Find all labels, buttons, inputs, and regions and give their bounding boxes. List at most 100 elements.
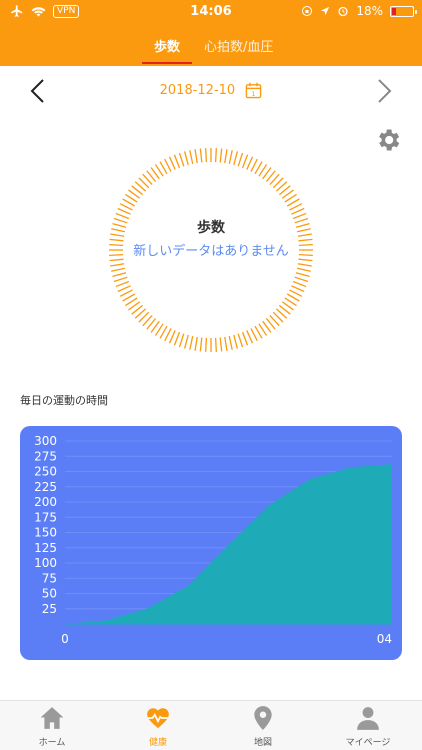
- nav-health[interactable]: 健康: [118, 705, 198, 748]
- ring-tick: [233, 151, 239, 166]
- nav-home-label: ホーム: [38, 738, 66, 748]
- ring-tick: [110, 263, 125, 267]
- exercise-time-chart: 25 50 75 100 125 150 175 200 225 250 275 300 0 04: [20, 426, 402, 660]
- ring-tick: [241, 154, 249, 169]
- map-pin-icon: [254, 706, 272, 730]
- ring-tick: [117, 285, 131, 293]
- ring-tick: [113, 276, 128, 283]
- ring-tick: [205, 148, 208, 163]
- ring-tick: [194, 336, 198, 351]
- y-tick-label: 250: [34, 465, 57, 479]
- app-header: VPN 14:06 18% 歩数 心拍数/血圧: [0, 0, 422, 66]
- y-tick-label: 200: [34, 495, 57, 509]
- date-label: 2018-12-10: [159, 83, 236, 98]
- y-tick-label: 75: [42, 571, 57, 585]
- ring-tick: [173, 331, 181, 346]
- status-right: 18%: [301, 4, 417, 18]
- y-tick-label: 175: [34, 510, 57, 524]
- location-icon: [321, 6, 330, 16]
- date-selector[interactable]: 2018-12-10 1: [0, 82, 422, 99]
- ring-tick: [219, 148, 223, 163]
- nav-mypage[interactable]: マイページ: [328, 705, 408, 748]
- nav-map[interactable]: 地図: [223, 705, 303, 748]
- x-tick-label: 04: [377, 632, 392, 646]
- ring-tick: [228, 335, 233, 350]
- chart-canvas: 2550 75100125150 175200225250 275300 0 04: [34, 434, 392, 646]
- ring-tick: [183, 151, 189, 166]
- y-tick-label: 125: [34, 541, 57, 555]
- ring-tick: [291, 207, 305, 215]
- ring-tick: [289, 289, 303, 297]
- status-bar: VPN 14:06 18%: [0, 0, 422, 24]
- ring-tick: [224, 336, 228, 351]
- bottom-nav: ホーム 健康 地図 マイページ: [0, 700, 422, 750]
- ring-tick: [246, 156, 254, 170]
- ring-tick: [297, 263, 312, 267]
- ring-tick: [298, 258, 313, 262]
- ring-tick: [178, 333, 185, 348]
- ring-tick: [241, 331, 249, 346]
- ring-tick: [168, 330, 176, 344]
- user-icon: [357, 707, 379, 730]
- alarm-icon: [338, 6, 348, 17]
- ring-tick: [292, 280, 307, 288]
- ring-tick: [246, 330, 254, 344]
- ring-tick: [237, 333, 244, 348]
- ring-tick: [164, 328, 172, 342]
- heartbeat-icon: [147, 708, 169, 729]
- ring-tick: [183, 334, 189, 349]
- ring-tick: [228, 150, 233, 165]
- ring-tick: [115, 280, 130, 288]
- x-tick-label: 0: [61, 632, 69, 646]
- exercise-area-series: [65, 464, 392, 624]
- ring-tick: [224, 149, 228, 164]
- ring-tick: [250, 158, 258, 172]
- ring-tick: [168, 156, 176, 170]
- y-tick-label: 50: [42, 587, 57, 601]
- ring-tick: [295, 272, 310, 278]
- ring-tick: [178, 152, 185, 167]
- ring-tick: [199, 337, 203, 352]
- nav-health-label: 健康: [148, 738, 167, 748]
- calendar-day: 1: [252, 90, 256, 98]
- tab-steps[interactable]: 歩数: [154, 36, 180, 55]
- ring-tick: [164, 158, 172, 172]
- ring-tick: [205, 337, 208, 352]
- ring-tick: [194, 149, 198, 164]
- ring-tick: [119, 203, 133, 211]
- tab-bar: 歩数 心拍数/血圧: [0, 34, 422, 66]
- ring-tick: [294, 276, 309, 283]
- orientation-lock-icon: [302, 6, 313, 16]
- nav-home[interactable]: ホーム: [12, 705, 92, 748]
- ring-tick: [233, 334, 239, 349]
- tab-heart-rate[interactable]: 心拍数/血圧: [204, 36, 273, 55]
- ring-tick: [291, 285, 305, 293]
- y-tick-label: 100: [34, 556, 57, 570]
- y-tick-label: 275: [34, 449, 57, 463]
- ring-tick: [109, 258, 124, 262]
- ring-tick: [119, 289, 133, 297]
- nav-mypage-label: マイページ: [345, 738, 391, 748]
- ring-tick: [112, 272, 127, 278]
- ring-tick: [199, 148, 203, 163]
- ring-tick: [117, 207, 131, 215]
- ring-tick: [219, 337, 223, 352]
- battery-icon: [390, 5, 417, 17]
- ring-tick: [111, 267, 126, 272]
- tab-active-indicator: [142, 62, 192, 64]
- ring-tick: [250, 328, 258, 342]
- ring-tick: [289, 203, 303, 211]
- gear-icon[interactable]: [374, 126, 402, 154]
- y-tick-label: 150: [34, 526, 57, 540]
- y-tick-label: 300: [34, 434, 57, 448]
- ring-tick: [189, 150, 194, 165]
- ring-title: 歩数: [197, 220, 225, 236]
- ring-tick: [214, 337, 217, 352]
- y-tick-label: 225: [34, 480, 57, 494]
- next-day-button[interactable]: [370, 78, 396, 104]
- calendar-icon[interactable]: 1: [245, 82, 262, 99]
- section-label: 毎日の運動の時間: [20, 394, 108, 407]
- ring-tick: [214, 148, 217, 163]
- nav-map-label: 地図: [253, 738, 272, 748]
- home-icon: [40, 707, 64, 729]
